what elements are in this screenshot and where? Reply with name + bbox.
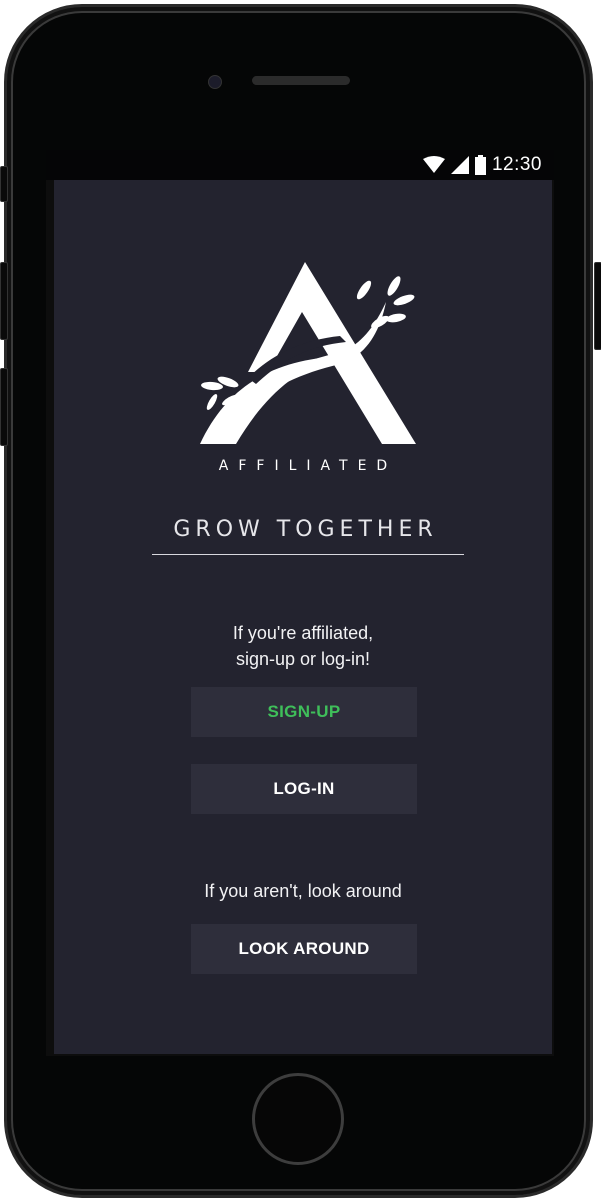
signal-icon: [450, 156, 469, 174]
status-icons: 12:30: [422, 154, 542, 176]
power-button: [594, 262, 601, 350]
status-bar: 12:30: [46, 150, 554, 180]
silent-switch: [0, 166, 8, 202]
tagline-divider: [152, 554, 464, 555]
screen: 12:30 AFFILIATED GROW TOGETHER If you're…: [46, 150, 554, 1056]
affiliated-prompt-line1: If you're affiliated,: [232, 623, 374, 643]
earpiece-speaker: [252, 76, 350, 85]
affiliated-prompt-line2: sign-up or log-in!: [235, 649, 371, 669]
sign-up-button[interactable]: SIGN-UP: [191, 687, 417, 737]
guest-prompt: If you aren't, look around: [204, 881, 402, 901]
wifi-icon: [422, 156, 445, 173]
welcome-screen: AFFILIATED GROW TOGETHER If you're affil…: [54, 180, 552, 1054]
battery-icon: [474, 155, 486, 175]
home-button[interactable]: [252, 1073, 344, 1165]
volume-up-button: [0, 262, 8, 340]
affiliated-prompt: If you're affiliated, sign-up or log-in!: [54, 620, 552, 672]
affiliated-logo-icon: [200, 262, 416, 444]
status-time: 12:30: [491, 154, 542, 175]
look-around-button[interactable]: LOOK AROUND: [191, 924, 417, 974]
tagline: GROW TOGETHER: [173, 517, 438, 542]
brand-name: AFFILIATED: [218, 458, 398, 474]
log-in-button[interactable]: LOG-IN: [191, 764, 417, 814]
front-camera: [208, 75, 222, 89]
volume-down-button: [0, 368, 8, 446]
